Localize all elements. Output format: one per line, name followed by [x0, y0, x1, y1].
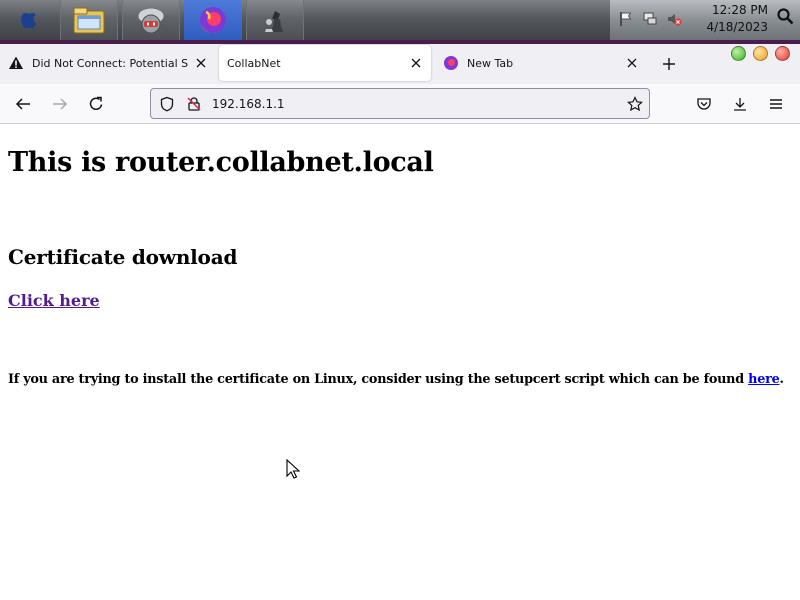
minimize-button[interactable] — [731, 46, 746, 61]
apple-menu-icon[interactable] — [0, 0, 58, 40]
system-tray: 12:28 PM 4/18/2023 — [610, 0, 800, 40]
page-content: This is router.collabnet.local Certifica… — [0, 125, 800, 600]
setupcert-link[interactable]: here — [748, 372, 780, 387]
back-button[interactable] — [14, 95, 32, 113]
bookmark-star-icon[interactable] — [627, 96, 643, 112]
navigation-bar — [0, 84, 800, 124]
linux-note: If you are trying to install the certifi… — [8, 372, 784, 387]
linux-note-end: . — [779, 372, 784, 387]
linux-note-text: If you are trying to install the certifi… — [8, 372, 749, 387]
firefox-icon[interactable] — [184, 0, 242, 40]
tab-new-tab[interactable]: New Tab — [435, 44, 647, 82]
section-heading: Certificate download — [8, 245, 238, 269]
window-controls — [731, 46, 790, 61]
network-icon[interactable] — [642, 11, 658, 31]
downloads-icon[interactable] — [731, 95, 749, 113]
file-manager-icon[interactable] — [60, 0, 118, 40]
tab-collabnet[interactable]: CollabNet — [219, 45, 431, 81]
forward-button[interactable] — [51, 95, 69, 113]
certificate-download-link[interactable]: Click here — [8, 291, 100, 310]
close-window-button[interactable] — [775, 46, 790, 61]
firefox-icon — [443, 55, 459, 71]
maximize-button[interactable] — [753, 46, 768, 61]
reload-button[interactable] — [87, 95, 105, 113]
os-taskbar: 12:28 PM 4/18/2023 — [0, 0, 800, 44]
url-input[interactable] — [212, 95, 592, 113]
search-icon[interactable] — [776, 7, 794, 29]
warning-icon — [8, 55, 24, 71]
new-tab-button[interactable] — [660, 55, 678, 73]
tab-label: New Tab — [467, 56, 514, 70]
close-tab-icon[interactable] — [409, 56, 423, 70]
url-bar[interactable] — [150, 88, 650, 119]
mouse-cursor-icon — [286, 458, 301, 483]
clock[interactable]: 12:28 PM 4/18/2023 — [698, 2, 768, 36]
page-title: This is router.collabnet.local — [8, 147, 434, 178]
tab-strip: Did Not Connect: Potential Sec CollabNet… — [0, 44, 800, 84]
tab-label: CollabNet — [227, 56, 281, 70]
network-tool-icon[interactable] — [122, 0, 180, 40]
close-tab-icon[interactable] — [625, 56, 639, 70]
tracking-protection-shield-icon[interactable] — [159, 96, 175, 112]
tab-label: Did Not Connect: Potential Sec — [32, 56, 188, 70]
tab-did-not-connect[interactable]: Did Not Connect: Potential Sec — [0, 44, 216, 82]
insecure-lock-icon[interactable] — [186, 96, 202, 112]
volume-muted-icon[interactable] — [666, 11, 682, 31]
flag-icon[interactable] — [618, 11, 634, 31]
close-tab-icon[interactable] — [194, 56, 208, 70]
download-link-heading: Click here — [8, 291, 100, 310]
clock-date: 4/18/2023 — [706, 20, 768, 34]
menu-hamburger-icon[interactable] — [767, 95, 785, 113]
clock-time: 12:28 PM — [712, 3, 768, 17]
pocket-icon[interactable] — [695, 95, 713, 113]
chess-icon[interactable] — [246, 0, 304, 40]
